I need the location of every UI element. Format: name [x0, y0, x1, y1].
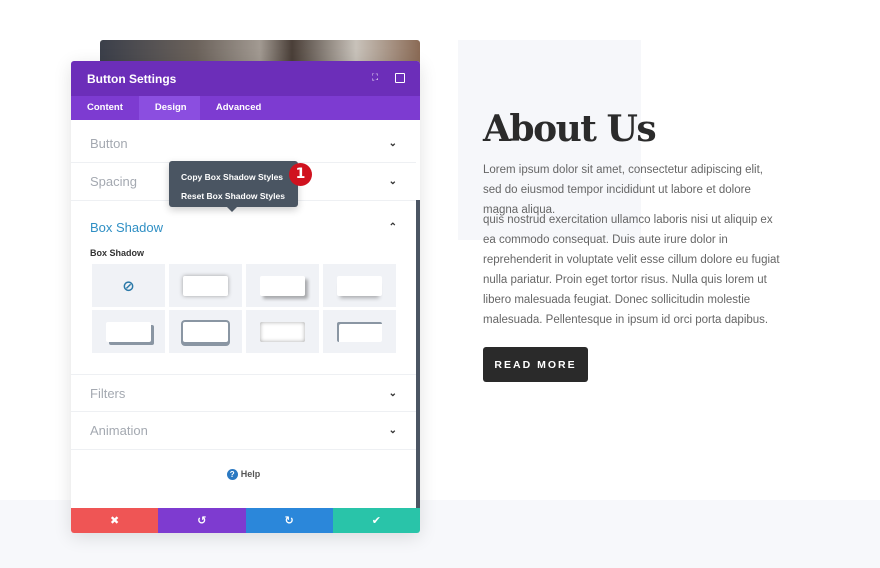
undo-button[interactable]: ↺ — [158, 508, 246, 533]
page-title: About Us — [483, 108, 657, 150]
chevron-up-icon: ⌃ — [388, 221, 397, 233]
close-icon: ✖ — [110, 514, 120, 527]
tab-content[interactable]: Content — [71, 96, 139, 120]
menu-item-reset-box-shadow[interactable]: Reset Box Shadow Styles — [181, 187, 286, 206]
panel-title: Button Settings — [87, 72, 177, 86]
section-label: Button — [90, 136, 128, 151]
help-label: Help — [240, 469, 261, 479]
tab-design[interactable]: Design — [138, 96, 200, 120]
chevron-down-icon: ⌄ — [388, 387, 397, 399]
section-label: Box Shadow — [90, 219, 163, 235]
help-icon: ? — [226, 469, 238, 480]
preset-6[interactable] — [246, 310, 319, 353]
preset-5[interactable] — [169, 310, 242, 353]
help-link[interactable]: ? Help — [71, 469, 416, 480]
paragraph: quis nostrud exercitation ullamco labori… — [483, 214, 780, 326]
redo-button[interactable]: ↻ — [245, 508, 333, 533]
chevron-down-icon: ⌄ — [388, 138, 397, 149]
box-shadow-label: Box Shadow — [90, 248, 145, 258]
check-icon: ✔ — [371, 514, 381, 527]
preset-2[interactable] — [246, 264, 319, 307]
preset-1[interactable] — [169, 264, 242, 307]
tab-advanced[interactable]: Advanced — [200, 96, 277, 120]
context-menu: Copy Box Shadow Styles Reset Box Shadow … — [169, 161, 298, 212]
section-button[interactable]: Button ⌄ — [71, 125, 416, 163]
section-box-shadow[interactable]: Box Shadow ⌃ — [71, 208, 416, 246]
undo-icon: ↺ — [197, 514, 207, 527]
section-filters[interactable]: Filters ⌄ — [71, 374, 416, 412]
preset-3[interactable] — [323, 264, 396, 307]
box-shadow-presets: ⊘ — [92, 264, 396, 353]
section-label: Spacing — [90, 174, 137, 189]
redo-icon: ↻ — [284, 514, 294, 527]
scrollbar[interactable] — [416, 200, 420, 508]
section-animation[interactable]: Animation ⌄ — [71, 412, 416, 450]
sidebar-toggle-icon[interactable] — [395, 73, 405, 83]
menu-item-copy-box-shadow[interactable]: Copy Box Shadow Styles — [181, 168, 286, 187]
chevron-down-icon: ⌄ — [388, 176, 397, 187]
cancel-button[interactable]: ✖ — [71, 508, 159, 533]
section-label: Animation — [90, 423, 148, 438]
panel-header: Button Settings — [71, 61, 420, 96]
preset-none[interactable]: ⊘ — [92, 264, 165, 307]
settings-panel: Button Settings ⛶ Content Design Advance… — [71, 61, 420, 533]
preset-4[interactable] — [92, 310, 165, 353]
step-badge: 1 — [289, 163, 312, 186]
panel-footer: ✖ ↺ ↻ ✔ — [71, 508, 420, 533]
no-shadow-icon: ⊘ — [122, 276, 135, 295]
section-label: Filters — [90, 385, 126, 401]
save-button[interactable]: ✔ — [332, 508, 420, 533]
preset-7[interactable] — [323, 310, 396, 353]
read-more-button[interactable]: READ MORE — [483, 347, 588, 382]
fullscreen-icon[interactable]: ⛶ — [370, 73, 380, 83]
panel-tabs: Content Design Advanced — [71, 96, 420, 120]
chevron-down-icon: ⌄ — [388, 425, 397, 436]
